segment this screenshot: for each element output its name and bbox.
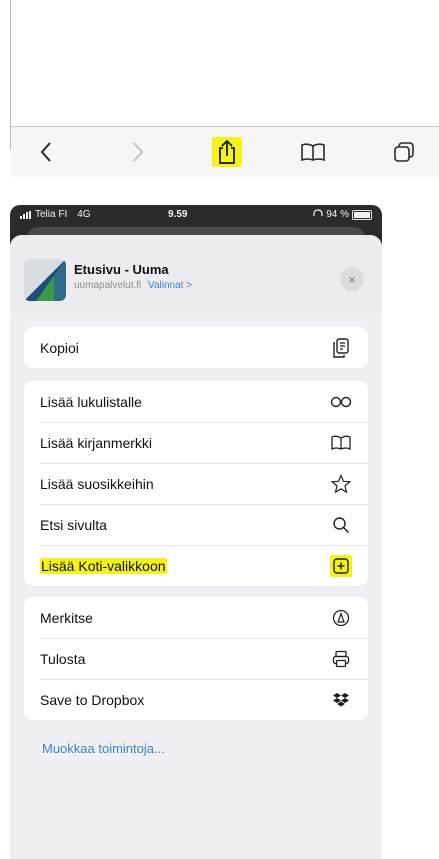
tabs-icon[interactable] [389,137,419,167]
action-favorites[interactable]: Lisää suosikkeihin [24,463,368,504]
action-label: Etsi sivulta [40,516,107,533]
carrier-info: Telia FI 4G [20,209,91,220]
signal-icon [20,210,31,219]
phone-screenshot: Telia FI 4G 9.59 94 % Etusivu - Uuma uum… [10,205,382,859]
site-thumbnail [24,259,66,301]
headphones-icon [313,209,323,220]
search-icon [330,514,352,536]
browser-content-area [10,0,439,177]
back-chevron-icon[interactable] [31,137,61,167]
action-copy[interactable]: Kopioi [24,327,368,368]
markup-pen-icon [330,607,352,629]
site-domain: uumapalvelut.fi [74,280,142,291]
action-label: Lisää kirjanmerkki [40,434,153,451]
close-button[interactable]: × [340,267,364,291]
action-label: Lisää lukulistalle [40,393,142,410]
action-add-to-home[interactable]: Lisää Koti-valikkoon [24,545,368,586]
action-label: Merkitse [40,609,93,626]
action-label: Save to Dropbox [40,691,145,708]
reading-glasses-icon [330,391,352,413]
copy-icon [330,337,352,359]
battery-percent: 94 % [326,209,349,220]
action-reading-list[interactable]: Lisää lukulistalle [24,381,368,422]
edit-actions-link[interactable]: Muokkaa toimintoja... [42,741,165,756]
status-bar: Telia FI 4G 9.59 94 % [10,205,382,225]
browser-toolbar [11,126,439,177]
carrier-name: Telia FI [35,209,68,220]
action-find-on-page[interactable]: Etsi sivulta [24,504,368,545]
network-type: 4G [77,209,91,220]
action-bookmark[interactable]: Lisää kirjanmerkki [24,422,368,463]
action-group-page: Lisää lukulistalle Lisää kirjanmerkki Li… [24,381,368,586]
action-label: Lisää Koti-valikkoon [40,557,167,574]
action-label: Kopioi [40,339,79,356]
battery-icon [352,209,372,220]
printer-icon [330,648,352,670]
options-link[interactable]: Valinnat > [148,280,192,291]
action-label: Tulosta [40,650,86,667]
clock: 9.59 [168,209,188,220]
action-label: Lisää suosikkeihin [40,475,154,492]
share-sheet: Etusivu - Uuma uumapalvelut.fi Valinnat … [10,235,382,859]
forward-chevron-icon[interactable] [123,137,153,167]
page-title: Etusivu - Uuma [74,262,169,277]
battery-info: 94 % [313,209,372,220]
action-print[interactable]: Tulosta [24,638,368,679]
action-group-extras: Merkitse Tulosta Save to Dropbox [24,597,368,720]
share-icon[interactable] [212,137,242,167]
star-icon [330,473,352,495]
action-group-copy: Kopioi [24,327,368,368]
book-icon [330,432,352,454]
action-markup[interactable]: Merkitse [24,597,368,638]
action-save-dropbox[interactable]: Save to Dropbox [24,679,368,720]
book-icon[interactable] [298,137,328,167]
share-header: Etusivu - Uuma uumapalvelut.fi Valinnat … [10,235,382,313]
page-subtitle: uumapalvelut.fi Valinnat > [74,280,192,291]
dropbox-icon [330,689,352,711]
add-square-icon [330,554,352,577]
